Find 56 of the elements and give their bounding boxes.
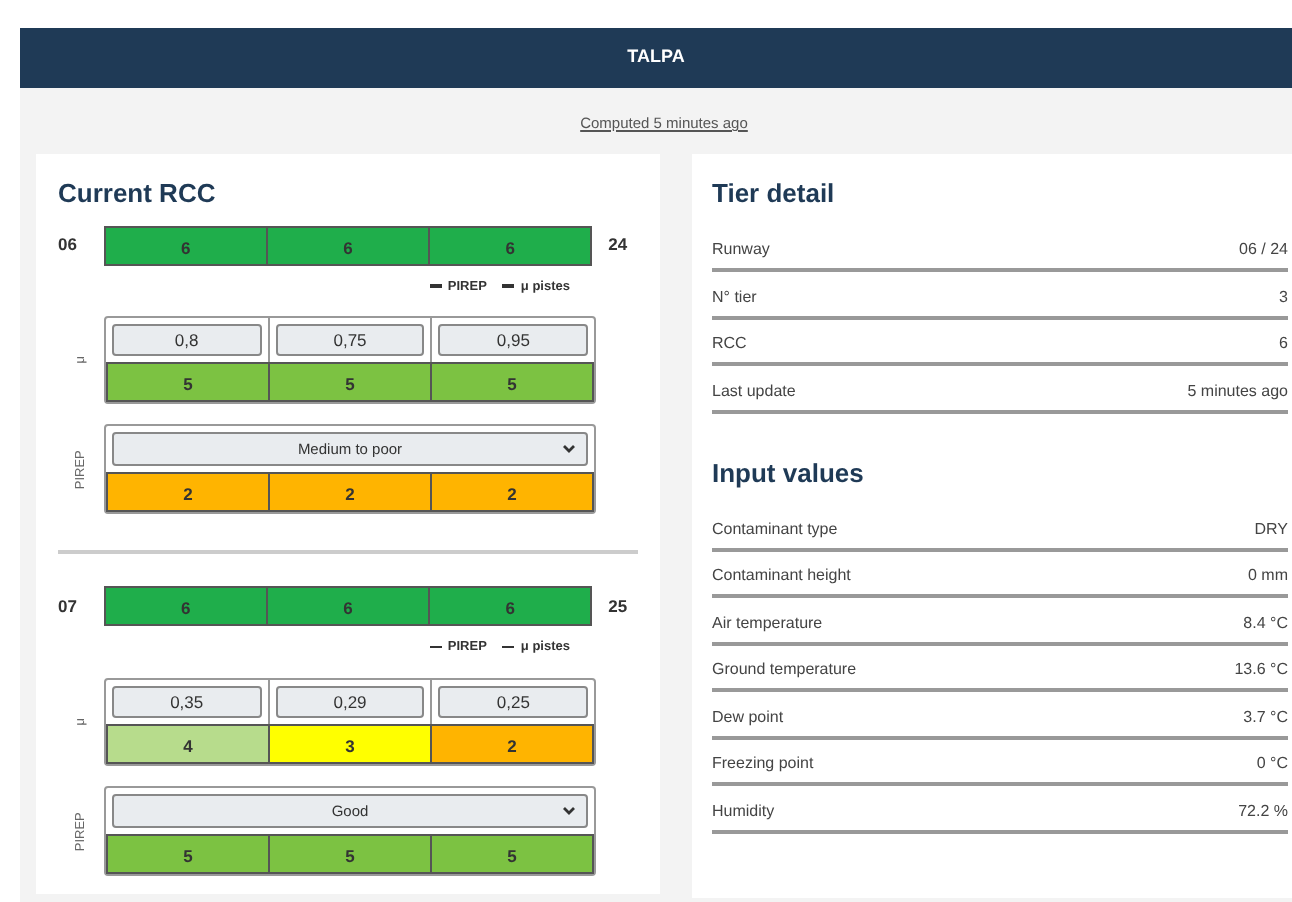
runway-label: 25 — [606, 593, 630, 620]
rcc-cell: 5 — [432, 834, 594, 874]
mu-input[interactable]: 0,25 — [438, 686, 589, 718]
rcc-cell: 2 — [432, 724, 594, 764]
rcc-cell: 5 — [106, 834, 270, 874]
mu-input[interactable]: 0,35 — [112, 686, 262, 718]
chevron-down-icon — [562, 444, 576, 455]
rcc-cell: 6 — [267, 586, 431, 627]
rcc-cell: 4 — [106, 724, 270, 764]
section-title: Input values — [712, 455, 866, 492]
detail-label: N° tier — [712, 285, 757, 309]
card-title: Current RCC — [58, 176, 218, 212]
detail-label: Air temperature — [712, 611, 823, 635]
rcc-cell: 5 — [270, 362, 432, 403]
detail-value: 8.4 °C — [1243, 611, 1288, 635]
rcc-cell: 6 — [430, 225, 593, 265]
detail-value: DRY — [1254, 517, 1288, 541]
mu-input[interactable]: 0,75 — [275, 324, 425, 357]
detail-label: Runway — [712, 238, 770, 262]
rcc-cell: 2 — [432, 472, 594, 513]
detail-label: Ground temperature — [712, 658, 857, 682]
rcc-cell: 5 — [270, 834, 432, 874]
detail-value: 06 / 24 — [1239, 238, 1288, 262]
section-title: Tier detail — [712, 176, 837, 212]
rcc-cell: 3 — [270, 724, 432, 764]
app-title: TALPA — [20, 28, 1292, 88]
rcc-cell: 6 — [267, 225, 431, 265]
detail-label: Contaminant height — [712, 564, 851, 588]
detail-value: 6 — [1279, 332, 1288, 356]
detail-label: Last update — [712, 379, 796, 403]
detail-value: 0 °C — [1256, 752, 1288, 776]
rcc-cell: 5 — [432, 362, 594, 403]
runway-label: 06 — [58, 232, 79, 258]
rcc-cell: 2 — [270, 472, 432, 513]
runway-label: 07 — [58, 593, 79, 620]
detail-value: 72.2 % — [1238, 799, 1288, 823]
mu-input[interactable]: 0,8 — [112, 324, 262, 357]
detail-value: 0 mm — [1248, 564, 1288, 588]
rcc-cell: 6 — [103, 225, 268, 265]
mu-input[interactable]: 0,29 — [275, 686, 425, 718]
detail-label: RCC — [712, 332, 747, 356]
detail-label: Freezing point — [712, 752, 814, 776]
rcc-cell: 2 — [106, 472, 270, 513]
rcc-cell: 5 — [106, 362, 270, 403]
detail-value: 3.7 °C — [1243, 705, 1288, 729]
detail-label: Contaminant type — [712, 517, 838, 541]
rcc-cell: 6 — [103, 586, 268, 627]
detail-value: 13.6 °C — [1234, 658, 1288, 682]
detail-value: 3 — [1279, 285, 1288, 309]
detail-label: Humidity — [712, 799, 775, 823]
detail-label: Dew point — [712, 705, 784, 729]
runway-label: 24 — [606, 232, 630, 258]
detail-value: 5 minutes ago — [1187, 379, 1288, 403]
rcc-cell: 6 — [430, 586, 593, 627]
mu-input[interactable]: 0,95 — [438, 324, 589, 357]
chevron-down-icon — [562, 806, 576, 816]
